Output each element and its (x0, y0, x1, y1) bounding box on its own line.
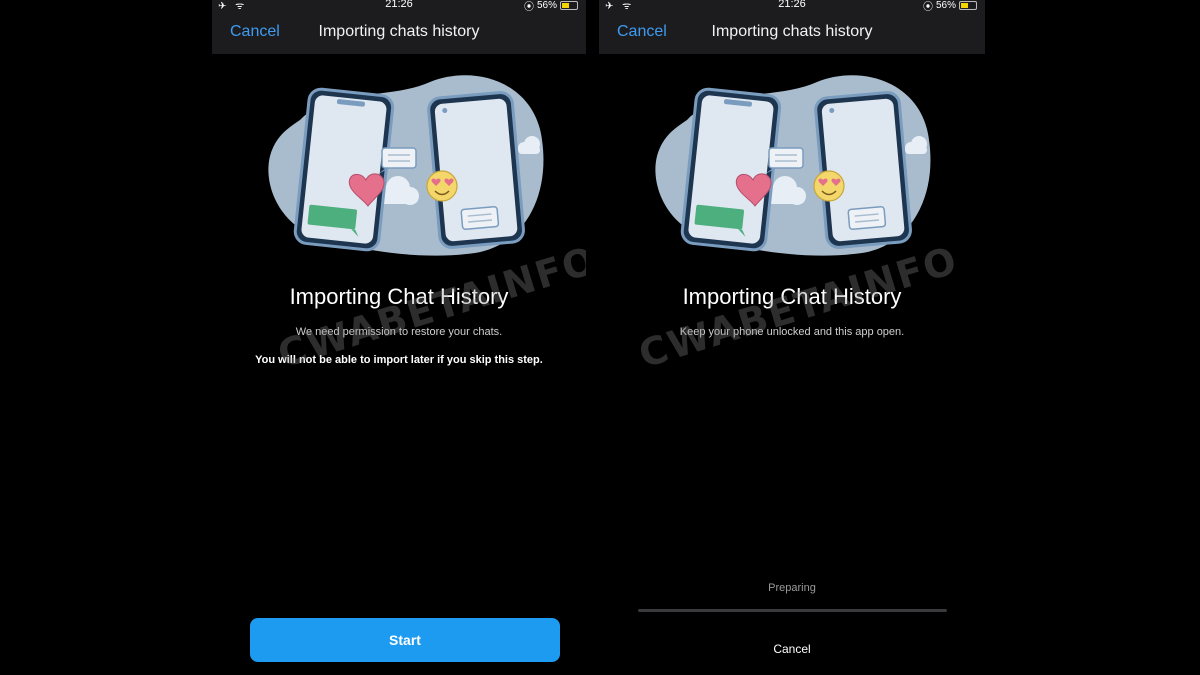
status-bar: ✈ ᯤ 21:26 ⦿ 56% (212, 0, 586, 13)
heart-eyes-emoji-icon (426, 170, 458, 202)
phone-screen-preparing: ✈ ᯤ 21:26 ⦿ 56% Cancel Importing chats h… (599, 0, 985, 675)
import-illustration (655, 75, 931, 256)
progress-bar (638, 609, 947, 612)
import-illustration (268, 75, 544, 256)
message-bubble-icon (847, 205, 887, 231)
nav-title: Importing chats history (318, 23, 480, 40)
cancel-import-button[interactable]: Cancel (599, 642, 985, 656)
start-button[interactable]: Start (250, 618, 560, 662)
status-bar: ✈ ᯤ 21:26 ⦿ 56% (599, 0, 985, 13)
battery-percent: 56% (536, 0, 557, 11)
nav-bar: Cancel Importing chats history (599, 12, 985, 54)
progress-label: Preparing (768, 582, 816, 594)
message-bubble-icon (460, 205, 500, 231)
warning-text: You will not be able to import later if … (255, 354, 543, 366)
nav-bar: Cancel Importing chats history (212, 12, 586, 54)
battery-percent: 56% (935, 0, 956, 11)
battery-icon (959, 1, 977, 10)
nav-title: Importing chats history (711, 23, 873, 40)
heart-eyes-emoji-icon (813, 170, 845, 202)
phone-screen-permission: ✈ ᯤ 21:26 ⦿ 56% Cancel Importing chats h… (212, 0, 586, 675)
battery-icon (560, 1, 578, 10)
